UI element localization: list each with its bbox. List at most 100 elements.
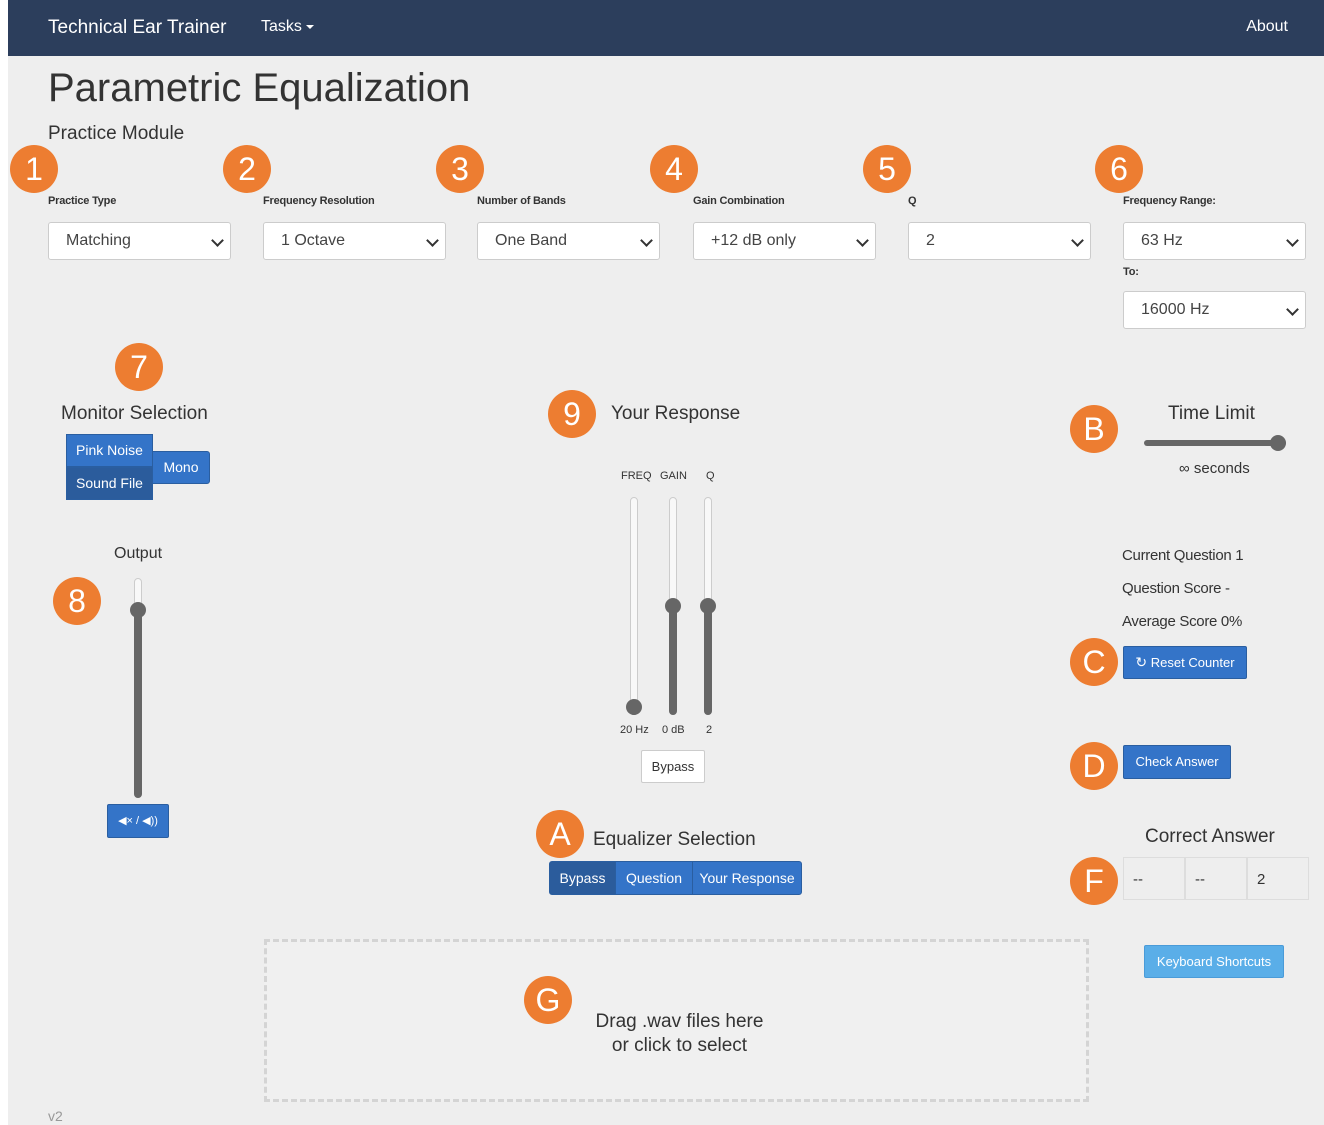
pink-noise-button[interactable]: Pink Noise (66, 434, 153, 467)
chevron-down-icon (426, 234, 439, 247)
mute-speaker-icon: ◀× / ◀)) (118, 815, 158, 827)
dropzone-text: Drag .wav files here or click to select (267, 1010, 1092, 1058)
tasks-menu[interactable]: Tasks (261, 18, 314, 36)
badge-d: D (1070, 742, 1118, 790)
frequency-range-to-value: 16000 Hz (1141, 301, 1210, 318)
question-score-text: Question Score - (1122, 580, 1230, 597)
freq-slider-track (630, 497, 638, 715)
number-of-bands-label: Number of Bands (477, 195, 566, 207)
time-limit-value: ∞ seconds (1179, 460, 1250, 477)
sound-file-button[interactable]: Sound File (66, 467, 153, 500)
q-slider-handle[interactable] (700, 598, 716, 614)
chevron-down-icon (640, 234, 653, 247)
gain-slider-handle[interactable] (665, 598, 681, 614)
badge-6: 6 (1095, 145, 1143, 193)
keyboard-shortcuts-button[interactable]: Keyboard Shortcuts (1144, 945, 1284, 978)
output-title: Output (114, 545, 163, 562)
practice-type-select[interactable]: Matching (48, 222, 231, 260)
number-of-bands-value: One Band (495, 232, 568, 249)
dropzone-line-2: or click to select (611, 1035, 748, 1056)
gain-slider[interactable] (665, 497, 681, 715)
q-slider[interactable] (700, 497, 716, 715)
freq-slider[interactable] (626, 497, 642, 715)
q-slider-value: 2 (706, 724, 713, 736)
time-limit-slider[interactable] (1144, 435, 1286, 451)
output-slider-fill (134, 610, 142, 798)
brand-link[interactable]: Technical Ear Trainer (48, 17, 226, 39)
average-score-text: Average Score 0% (1122, 613, 1242, 630)
your-response-title: Your Response (611, 403, 741, 424)
chevron-down-icon (856, 234, 869, 247)
gain-combination-select[interactable]: +12 dB only (693, 222, 876, 260)
mute-toggle-button[interactable]: ◀× / ◀)) (107, 804, 169, 838)
refresh-icon: ↻ (1135, 654, 1148, 670)
eq-your-response-button[interactable]: Your Response (692, 861, 802, 895)
gain-combination-label: Gain Combination (693, 195, 785, 207)
practice-type-label: Practice Type (48, 195, 117, 207)
badge-c: C (1070, 638, 1118, 686)
q-select[interactable]: 2 (908, 222, 1091, 260)
version-label: v2 (48, 1108, 63, 1124)
wav-dropzone[interactable]: Drag .wav files here or click to select (264, 939, 1089, 1102)
frequency-resolution-value: 1 Octave (281, 232, 346, 249)
time-limit-slider-track (1144, 440, 1286, 446)
badge-2: 2 (223, 145, 271, 193)
gain-slider-label: GAIN (660, 470, 687, 482)
time-limit-title: Time Limit (1168, 403, 1255, 424)
about-link[interactable]: About (1246, 18, 1288, 36)
freq-slider-handle[interactable] (626, 699, 642, 715)
badge-9: 9 (548, 390, 596, 438)
badge-4: 4 (650, 145, 698, 193)
badge-g: G (524, 976, 572, 1024)
badge-1: 1 (10, 145, 58, 193)
caret-down-icon (305, 24, 314, 29)
reset-counter-label: Reset Counter (1150, 655, 1235, 670)
frequency-resolution-label: Frequency Resolution (263, 195, 375, 207)
eq-question-button[interactable]: Question (615, 861, 693, 895)
output-slider[interactable] (130, 578, 146, 798)
page-title: Parametric Equalization (48, 66, 471, 110)
response-bypass-button[interactable]: Bypass (641, 750, 705, 783)
output-slider-handle[interactable] (130, 602, 146, 618)
correct-answer-q: 2 (1247, 857, 1309, 900)
frequency-resolution-select[interactable]: 1 Octave (263, 222, 446, 260)
time-limit-slider-handle[interactable] (1270, 435, 1286, 451)
chevron-down-icon (1286, 234, 1299, 247)
reset-counter-button[interactable]: ↻ Reset Counter (1123, 646, 1247, 679)
tasks-menu-label: Tasks (261, 18, 302, 35)
gain-slider-value: 0 dB (662, 724, 685, 736)
q-slider-fill (704, 606, 712, 715)
q-label: Q (908, 195, 917, 207)
badge-7: 7 (115, 343, 163, 391)
page-subtitle: Practice Module (48, 123, 185, 144)
chevron-down-icon (1071, 234, 1084, 247)
practice-type-value: Matching (66, 232, 131, 249)
chevron-down-icon (211, 234, 224, 247)
frequency-range-label: Frequency Range: (1123, 195, 1216, 207)
badge-b: B (1070, 405, 1118, 453)
badge-a: A (536, 810, 584, 858)
frequency-range-from-select[interactable]: 63 Hz (1123, 222, 1306, 260)
q-slider-label: Q (706, 470, 715, 482)
freq-slider-value: 20 Hz (620, 724, 649, 736)
correct-answer-gain: -- (1185, 857, 1247, 900)
current-question-text: Current Question 1 (1122, 547, 1244, 564)
badge-f: F (1070, 857, 1118, 905)
correct-answer-title: Correct Answer (1145, 826, 1275, 847)
frequency-range-from-value: 63 Hz (1141, 232, 1183, 249)
eq-bypass-button[interactable]: Bypass (549, 861, 616, 895)
q-value: 2 (926, 232, 935, 249)
mono-button[interactable]: Mono (152, 451, 210, 484)
navbar: Technical Ear Trainer Tasks About (8, 0, 1324, 56)
chevron-down-icon (1286, 303, 1299, 316)
dropzone-line-1: Drag .wav files here (595, 1011, 764, 1032)
gain-combination-value: +12 dB only (711, 232, 796, 249)
freq-slider-label: FREQ (621, 470, 652, 482)
app-window: Technical Ear Trainer Tasks About Parame… (8, 0, 1324, 1125)
equalizer-selection-title: Equalizer Selection (593, 829, 756, 850)
badge-3: 3 (436, 145, 484, 193)
check-answer-button[interactable]: Check Answer (1123, 745, 1231, 779)
number-of-bands-select[interactable]: One Band (477, 222, 660, 260)
frequency-range-to-select[interactable]: 16000 Hz (1123, 291, 1306, 329)
badge-8: 8 (53, 577, 101, 625)
